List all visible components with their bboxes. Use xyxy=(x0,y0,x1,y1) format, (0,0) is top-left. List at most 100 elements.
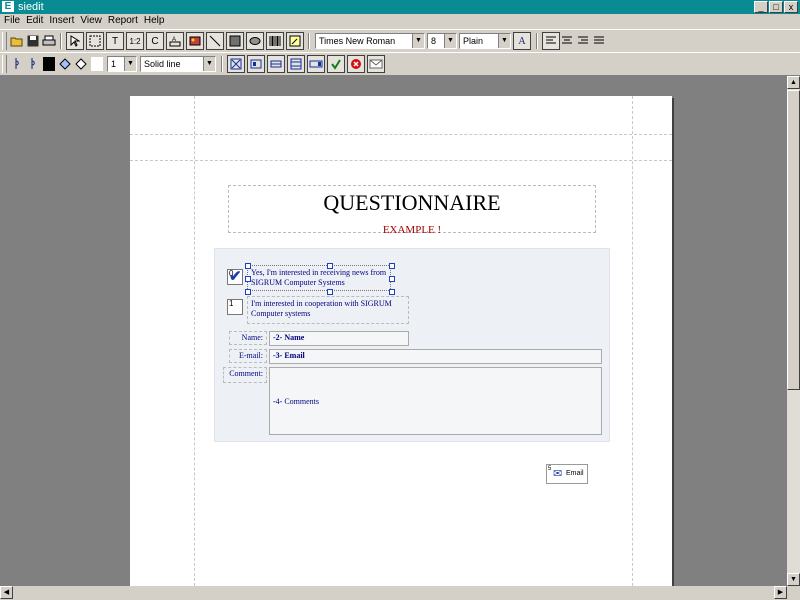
name-label: Name: xyxy=(229,331,267,345)
toolbar-separator xyxy=(536,33,538,49)
comment-field[interactable]: -4- Comments xyxy=(269,367,602,435)
form-panel: 0 ✔ Yes, I'm interested in receiving new… xyxy=(214,248,610,442)
envelope-icon: ✉ xyxy=(553,468,563,480)
resize-handle[interactable] xyxy=(389,263,395,269)
align-justify-icon[interactable] xyxy=(590,32,608,50)
news-checkbox[interactable]: 0 ✔ xyxy=(227,268,243,285)
email-field-value: -3- Email xyxy=(273,351,305,360)
resize-handle[interactable] xyxy=(327,289,333,295)
dropdown-arrow-icon[interactable]: ▼ xyxy=(498,34,510,48)
checkbox-field-icon[interactable] xyxy=(227,55,245,73)
name-field[interactable]: -2- Name xyxy=(269,331,409,346)
cooperation-checkbox-label-line1: I'm interested in cooperation with SIGRU… xyxy=(251,299,392,308)
dropdown-arrow-icon[interactable]: ▼ xyxy=(124,57,136,71)
image-tool-icon[interactable] xyxy=(186,32,204,50)
line-style-select[interactable]: Solid line ▼ xyxy=(140,56,216,72)
page-title: QUESTIONNAIRE xyxy=(323,190,501,215)
rectangle-tool-icon[interactable] xyxy=(226,32,244,50)
menu-view[interactable]: View xyxy=(80,14,102,28)
ellipse-tool-icon[interactable] xyxy=(246,32,264,50)
resize-handle[interactable] xyxy=(245,289,251,295)
comment-field-value: -4- Comments xyxy=(273,397,319,406)
format-toolbar: 1 ▼ Solid line ▼ xyxy=(0,52,800,76)
toolbar-separator xyxy=(308,33,310,49)
dropdown-arrow-icon[interactable]: ▼ xyxy=(203,57,215,71)
email-button-tool-icon[interactable] xyxy=(367,55,385,73)
label-tool-icon[interactable]: A xyxy=(166,32,184,50)
maximize-button[interactable]: □ xyxy=(769,1,783,13)
copyright-tool-icon[interactable]: C xyxy=(146,32,164,50)
toolbar-separator xyxy=(60,33,62,49)
font-style-button[interactable]: A xyxy=(513,32,531,50)
news-checkbox-label-line1: Yes, I'm interested in receiving news fr… xyxy=(251,268,387,277)
window-title: siedit xyxy=(18,1,44,13)
line-tool-icon[interactable] xyxy=(206,32,224,50)
line-width-select[interactable]: 1 ▼ xyxy=(107,56,137,72)
title-frame[interactable]: QUESTIONNAIRE EXAMPLE ! xyxy=(228,185,596,236)
scroll-right-icon[interactable]: ▶ xyxy=(774,586,787,599)
cooperation-checkbox-label-line2: Computer systems xyxy=(251,309,311,318)
vertical-scroll-thumb[interactable] xyxy=(787,90,800,390)
print-icon[interactable] xyxy=(40,32,58,50)
checkmark-icon: ✔ xyxy=(229,268,242,285)
toolbar-grip[interactable] xyxy=(2,32,7,50)
report-page[interactable]: QUESTIONNAIRE EXAMPLE ! 0 ✔ Yes, I'm int… xyxy=(130,96,672,586)
cooperation-checkbox[interactable]: 1 xyxy=(227,299,243,315)
page-subtitle: EXAMPLE ! xyxy=(382,224,442,236)
header-guide xyxy=(130,134,672,135)
menu-edit[interactable]: Edit xyxy=(26,14,43,28)
scroll-left-icon[interactable]: ◀ xyxy=(0,586,13,599)
comment-label: Comment: xyxy=(223,367,267,383)
reset-x-icon[interactable] xyxy=(347,55,365,73)
app-icon: E xyxy=(2,1,14,12)
name-field-value: -2- Name xyxy=(273,333,305,342)
main-toolbar: T 1:2 C A Times New Roman ▼ 8 ▼ Plain ▼ A xyxy=(0,29,800,53)
window-titlebar: E siedit _ □ x xyxy=(0,0,800,14)
close-button[interactable]: x xyxy=(784,1,798,13)
menu-file[interactable]: File xyxy=(4,14,20,28)
font-size-select[interactable]: 8 ▼ xyxy=(427,33,457,49)
design-workspace: QUESTIONNAIRE EXAMPLE ! 0 ✔ Yes, I'm int… xyxy=(0,76,787,586)
scroll-up-icon[interactable]: ▲ xyxy=(787,76,800,89)
checkbox-index: 1 xyxy=(229,299,234,308)
horizontal-scrollbar[interactable]: ◀ ▶ xyxy=(0,586,800,600)
barcode-tool-icon[interactable] xyxy=(266,32,284,50)
text-field-icon[interactable] xyxy=(267,55,285,73)
vertical-scrollbar[interactable]: ▲ ▼ xyxy=(787,76,800,586)
resize-handle[interactable] xyxy=(389,289,395,295)
menu-report[interactable]: Report xyxy=(108,14,138,28)
font-style-select[interactable]: Plain ▼ xyxy=(459,33,511,49)
wizard-tool-icon[interactable] xyxy=(286,32,304,50)
counter-tool-icon[interactable]: 1:2 xyxy=(126,32,144,50)
submit-check-icon[interactable] xyxy=(327,55,345,73)
dropdown-arrow-icon[interactable]: ▼ xyxy=(412,34,424,48)
email-button-label: Email xyxy=(566,470,584,477)
toolbar-grip[interactable] xyxy=(2,55,7,73)
select-area-icon[interactable] xyxy=(86,32,104,50)
menu-insert[interactable]: Insert xyxy=(49,14,74,28)
email-field[interactable]: -3- Email xyxy=(269,349,602,364)
resize-handle[interactable] xyxy=(389,276,395,282)
combo-field-icon[interactable] xyxy=(307,55,325,73)
scroll-down-icon[interactable]: ▼ xyxy=(787,573,800,586)
font-size-value: 8 xyxy=(431,36,437,46)
button-field-icon[interactable] xyxy=(247,55,265,73)
margin-guide-left xyxy=(194,96,195,586)
line-style-value: Solid line xyxy=(144,59,181,69)
toolbar-separator xyxy=(221,56,223,72)
text-tool-icon[interactable]: T xyxy=(106,32,124,50)
font-style-value: Plain xyxy=(463,36,484,46)
minimize-button[interactable]: _ xyxy=(754,1,768,13)
margin-guide-right xyxy=(632,96,633,586)
email-button[interactable]: 5 ✉ Email xyxy=(546,464,588,484)
line-width-value: 1 xyxy=(111,59,117,69)
color-swatch-white[interactable] xyxy=(88,55,106,73)
font-name-value: Times New Roman xyxy=(319,36,396,46)
font-name-select[interactable]: Times New Roman ▼ xyxy=(315,33,425,49)
email-button-index: 5 xyxy=(548,466,552,472)
dropdown-arrow-icon[interactable]: ▼ xyxy=(444,34,456,48)
menu-help[interactable]: Help xyxy=(144,14,165,28)
news-checkbox-label-line2: SIGRUM Computer Systems xyxy=(251,278,345,287)
list-field-icon[interactable] xyxy=(287,55,305,73)
select-arrow-icon[interactable] xyxy=(66,32,84,50)
